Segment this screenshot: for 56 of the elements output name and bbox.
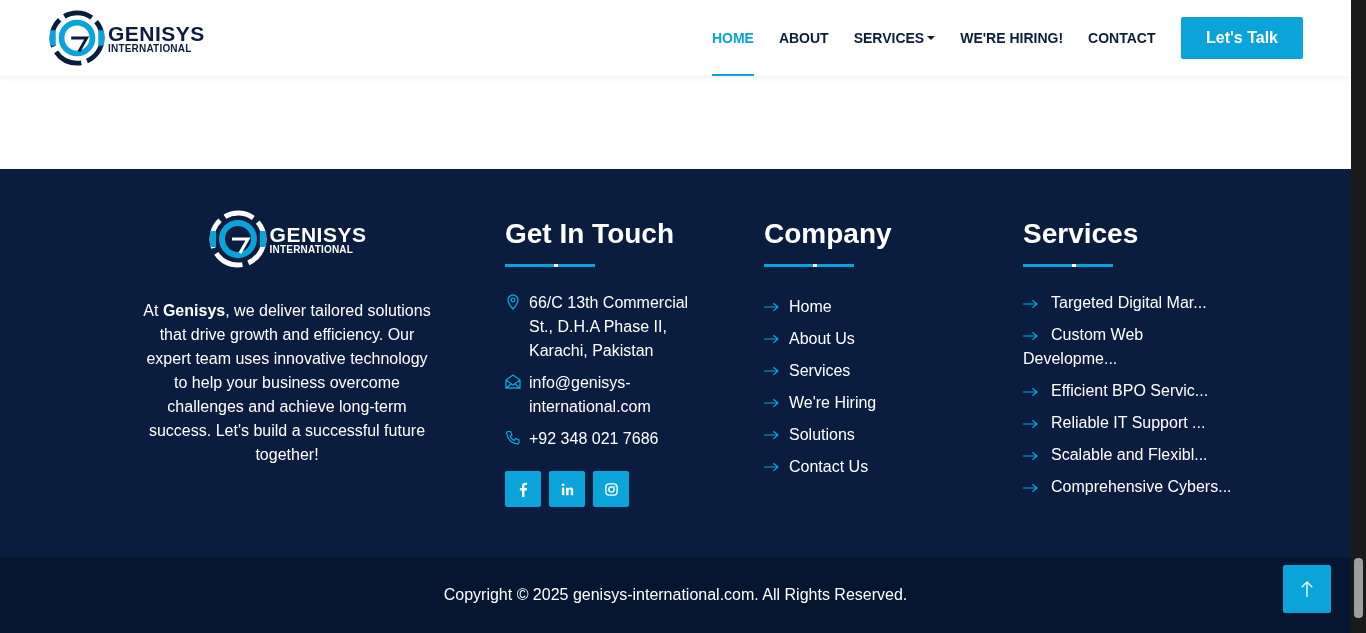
about-paragraph: At Genisys, we deliver tailored solutions that drive growth and efficiency. Our expert team uses innovative technology to help your business overcome challenges and achieve long-term success. Let's build a successful future together! (142, 301, 432, 465)
arrow-right-icon (764, 430, 779, 440)
arrow-right-icon (764, 462, 779, 472)
copyright-text: Copyright © 2025 genisys-international.com. All Rights Reserved. (443, 586, 908, 604)
logo-subtitle: INTERNATIONAL (269, 244, 355, 255)
logo-icon (48, 9, 106, 67)
column-heading: Company (764, 217, 893, 251)
arrow-right-icon (1023, 450, 1038, 461)
caret-icon (927, 36, 936, 40)
footer-link[interactable]: Targeted Digital Mar... (1023, 291, 1239, 315)
column-heading: Services (1023, 217, 1140, 251)
nav-link[interactable]: SERVICES (853, 0, 936, 76)
scrollbar-thumb[interactable] (1354, 558, 1363, 618)
instagram-icon (603, 481, 619, 497)
footer-link[interactable]: About Us (789, 327, 855, 351)
arrow-right-icon (1023, 386, 1038, 397)
contact-text: +92 348 021 7686 (529, 429, 659, 449)
footer-link[interactable]: Comprehensive Cybers... (1023, 475, 1239, 499)
nav-link[interactable]: WE'RE HIRING! (960, 0, 1064, 76)
envelope-icon (505, 374, 521, 390)
linkedin-button[interactable] (549, 471, 585, 507)
logo-wordmark: GENISYS (269, 223, 367, 245)
footer-link[interactable]: Contact Us (789, 455, 869, 479)
arrow-right-icon (764, 302, 779, 312)
logo-icon (207, 209, 268, 269)
footer-link[interactable]: Reliable IT Support ... (1023, 411, 1239, 435)
logo-wordmark: GENISYS (108, 22, 205, 44)
phone-icon (505, 430, 521, 446)
arrow-right-icon (1023, 418, 1038, 429)
footer-link[interactable]: Home (789, 295, 832, 319)
scrollbar[interactable] (1351, 0, 1366, 633)
arrow-right-icon (764, 334, 779, 344)
nav-link[interactable]: ABOUT (778, 0, 829, 76)
column-heading: Get In Touch (505, 217, 676, 251)
footer-link[interactable]: Custom Web Developme... (1023, 323, 1239, 371)
footer-link[interactable]: Efficient BPO Servic... (1023, 379, 1239, 403)
arrow-right-icon (1023, 330, 1038, 341)
logo[interactable]: GENISYS INTERNATIONAL (48, 9, 205, 67)
arrow-right-icon (764, 366, 779, 376)
contact-text: info@genisys-international.com (529, 373, 652, 417)
arrow-right-icon (1023, 298, 1038, 309)
nav-link[interactable]: CONTACT (1088, 0, 1156, 76)
footer-link[interactable]: Services (789, 359, 851, 383)
contact-text: 66/C 13th Commercial St., D.H.A Phase II, Karachi, Pakistan (529, 293, 690, 361)
logo-subtitle: INTERNATIONAL (108, 43, 193, 54)
arrow-right-icon (764, 398, 779, 408)
location-pin-icon (505, 294, 521, 310)
arrow-up-icon (1300, 580, 1314, 598)
arrow-right-icon (1023, 482, 1038, 493)
instagram-button[interactable] (593, 471, 629, 507)
scroll-to-top-button[interactable] (1283, 565, 1331, 613)
footer-link[interactable]: Scalable and Flexibl... (1023, 443, 1239, 467)
facebook-button[interactable] (505, 471, 541, 507)
linkedin-icon (559, 481, 575, 497)
footer-link[interactable]: Solutions (789, 423, 855, 447)
footer-link[interactable]: We're Hiring (789, 391, 877, 415)
